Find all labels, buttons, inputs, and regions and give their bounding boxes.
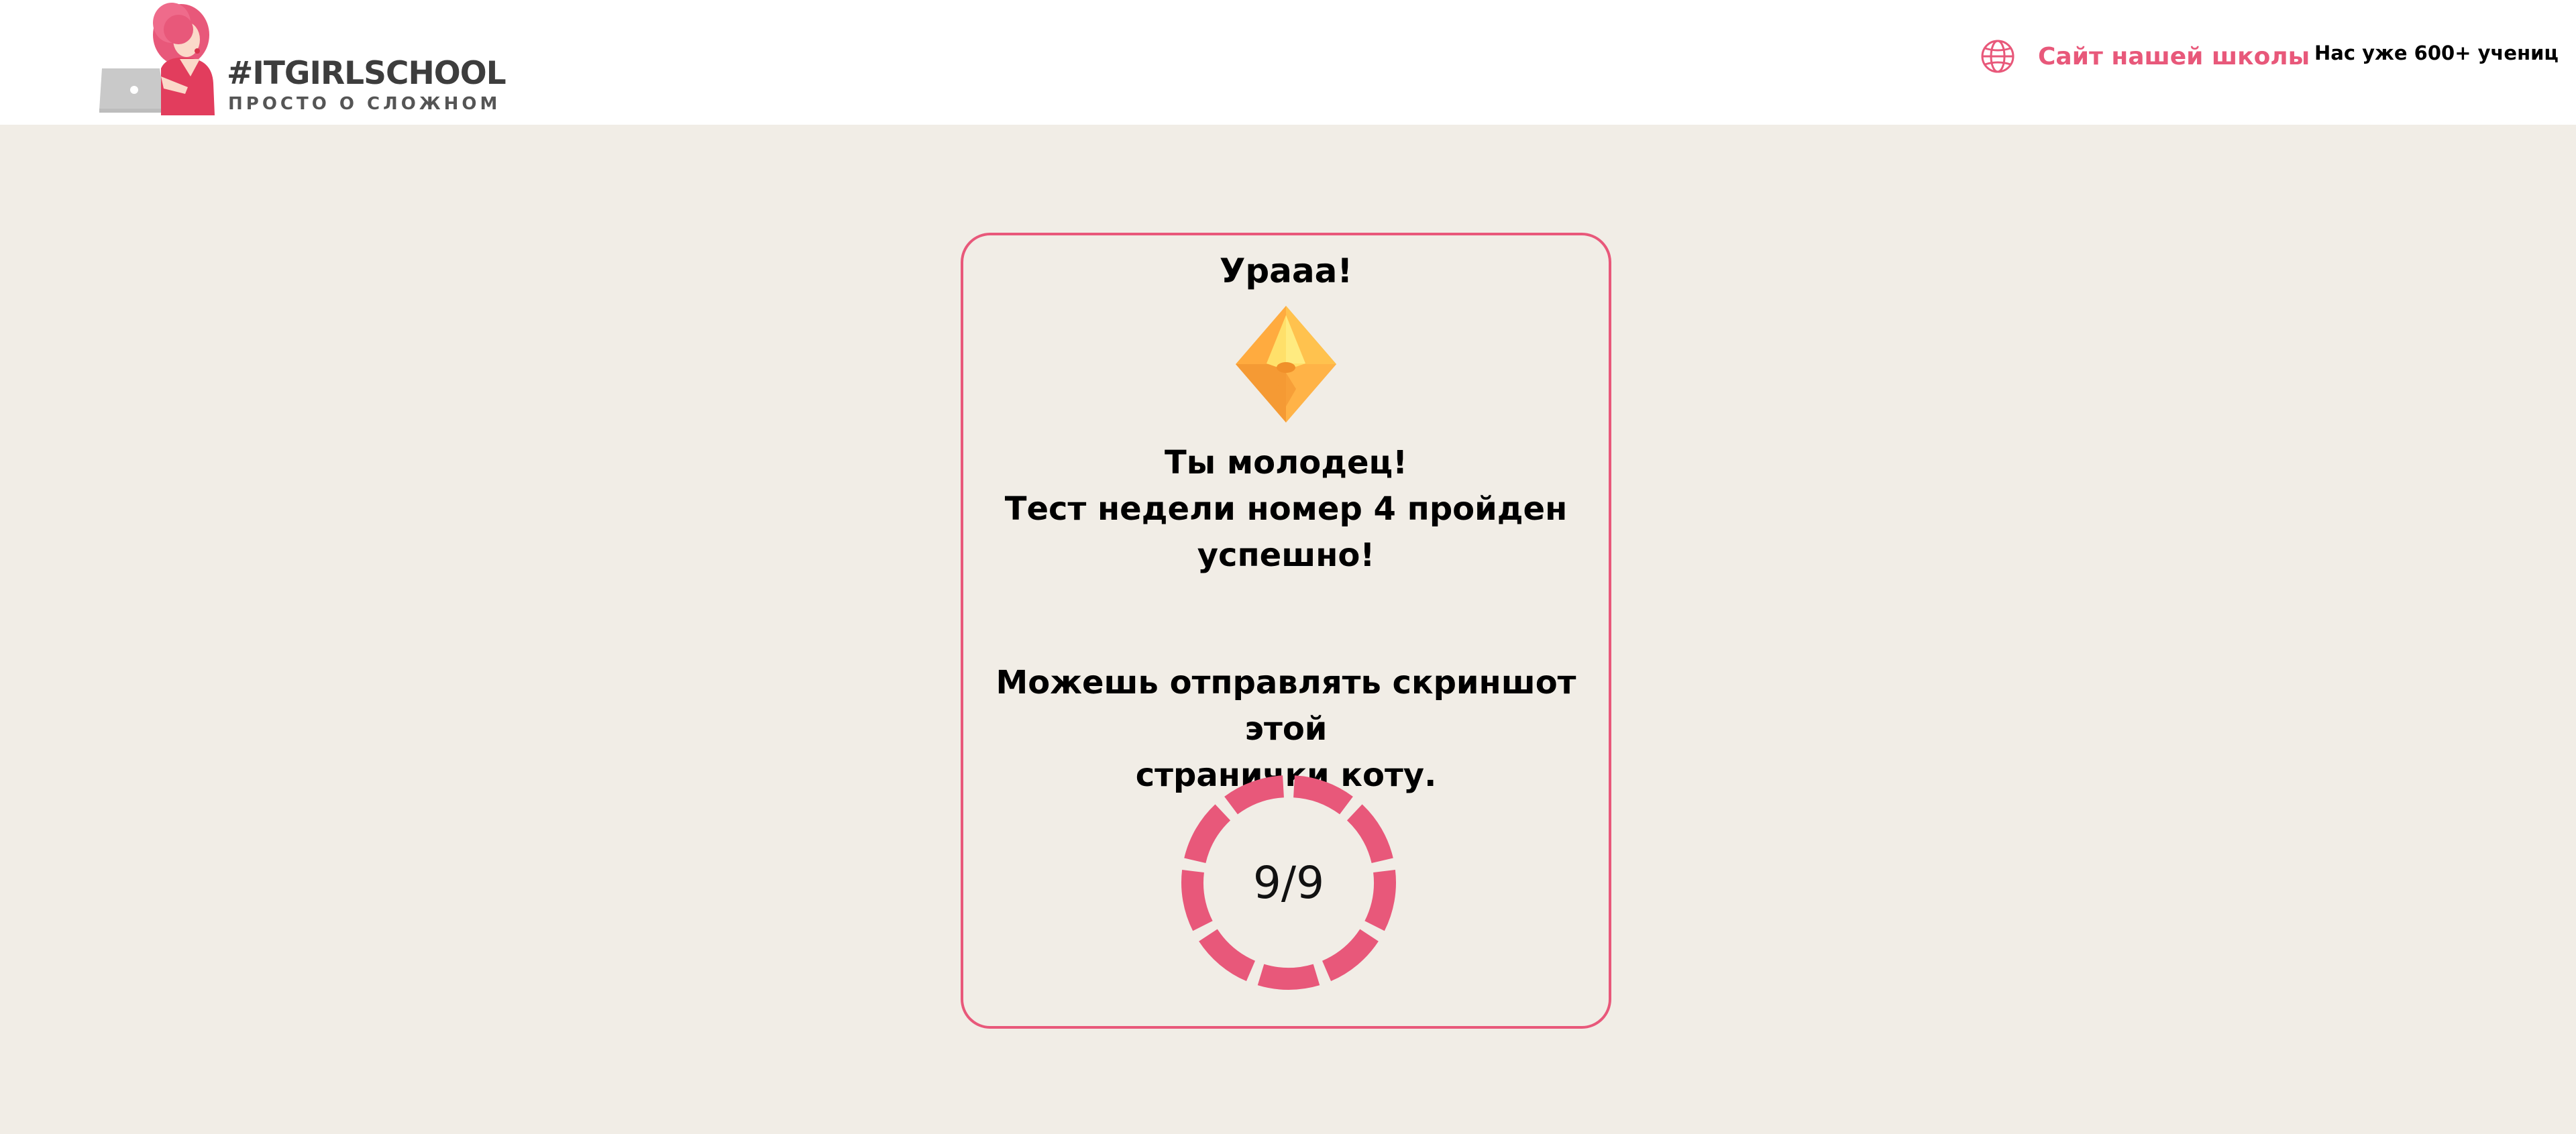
result-card: Урааа! Ты молодец! Тест недели номер 4 п…: [961, 233, 1611, 1029]
logo-girl-illustration: [99, 3, 215, 115]
students-count: Нас уже 600+ учениц: [2314, 42, 2559, 64]
success-line-2: Тест недели номер 4 пройден: [1004, 490, 1568, 528]
globe-icon: [1981, 40, 2015, 73]
share-line-1: Можешь отправлять скриншот этой: [996, 664, 1576, 748]
result-title: Урааа!: [1219, 251, 1353, 290]
school-site-link[interactable]: Сайт нашей школы: [1979, 38, 2310, 75]
logo[interactable]: #ITGIRLSCHOOL ПРОСТО О СЛОЖНОМ: [99, 3, 506, 117]
school-site-link-label: Сайт нашей школы: [2038, 42, 2310, 70]
site-header: #ITGIRLSCHOOL ПРОСТО О СЛОЖНОМ Сайт наше…: [0, 0, 2576, 125]
logo-title: #ITGIRLSCHOOL: [227, 55, 506, 92]
success-message: Ты молодец! Тест недели номер 4 пройден …: [963, 440, 1609, 579]
success-line-1: Ты молодец!: [1165, 444, 1407, 481]
success-line-3: успешно!: [1197, 536, 1375, 574]
score-value: 9/9: [1252, 856, 1325, 909]
crystal-icon: [1236, 306, 1336, 422]
logo-subtitle: ПРОСТО О СЛОЖНОМ: [228, 94, 501, 114]
